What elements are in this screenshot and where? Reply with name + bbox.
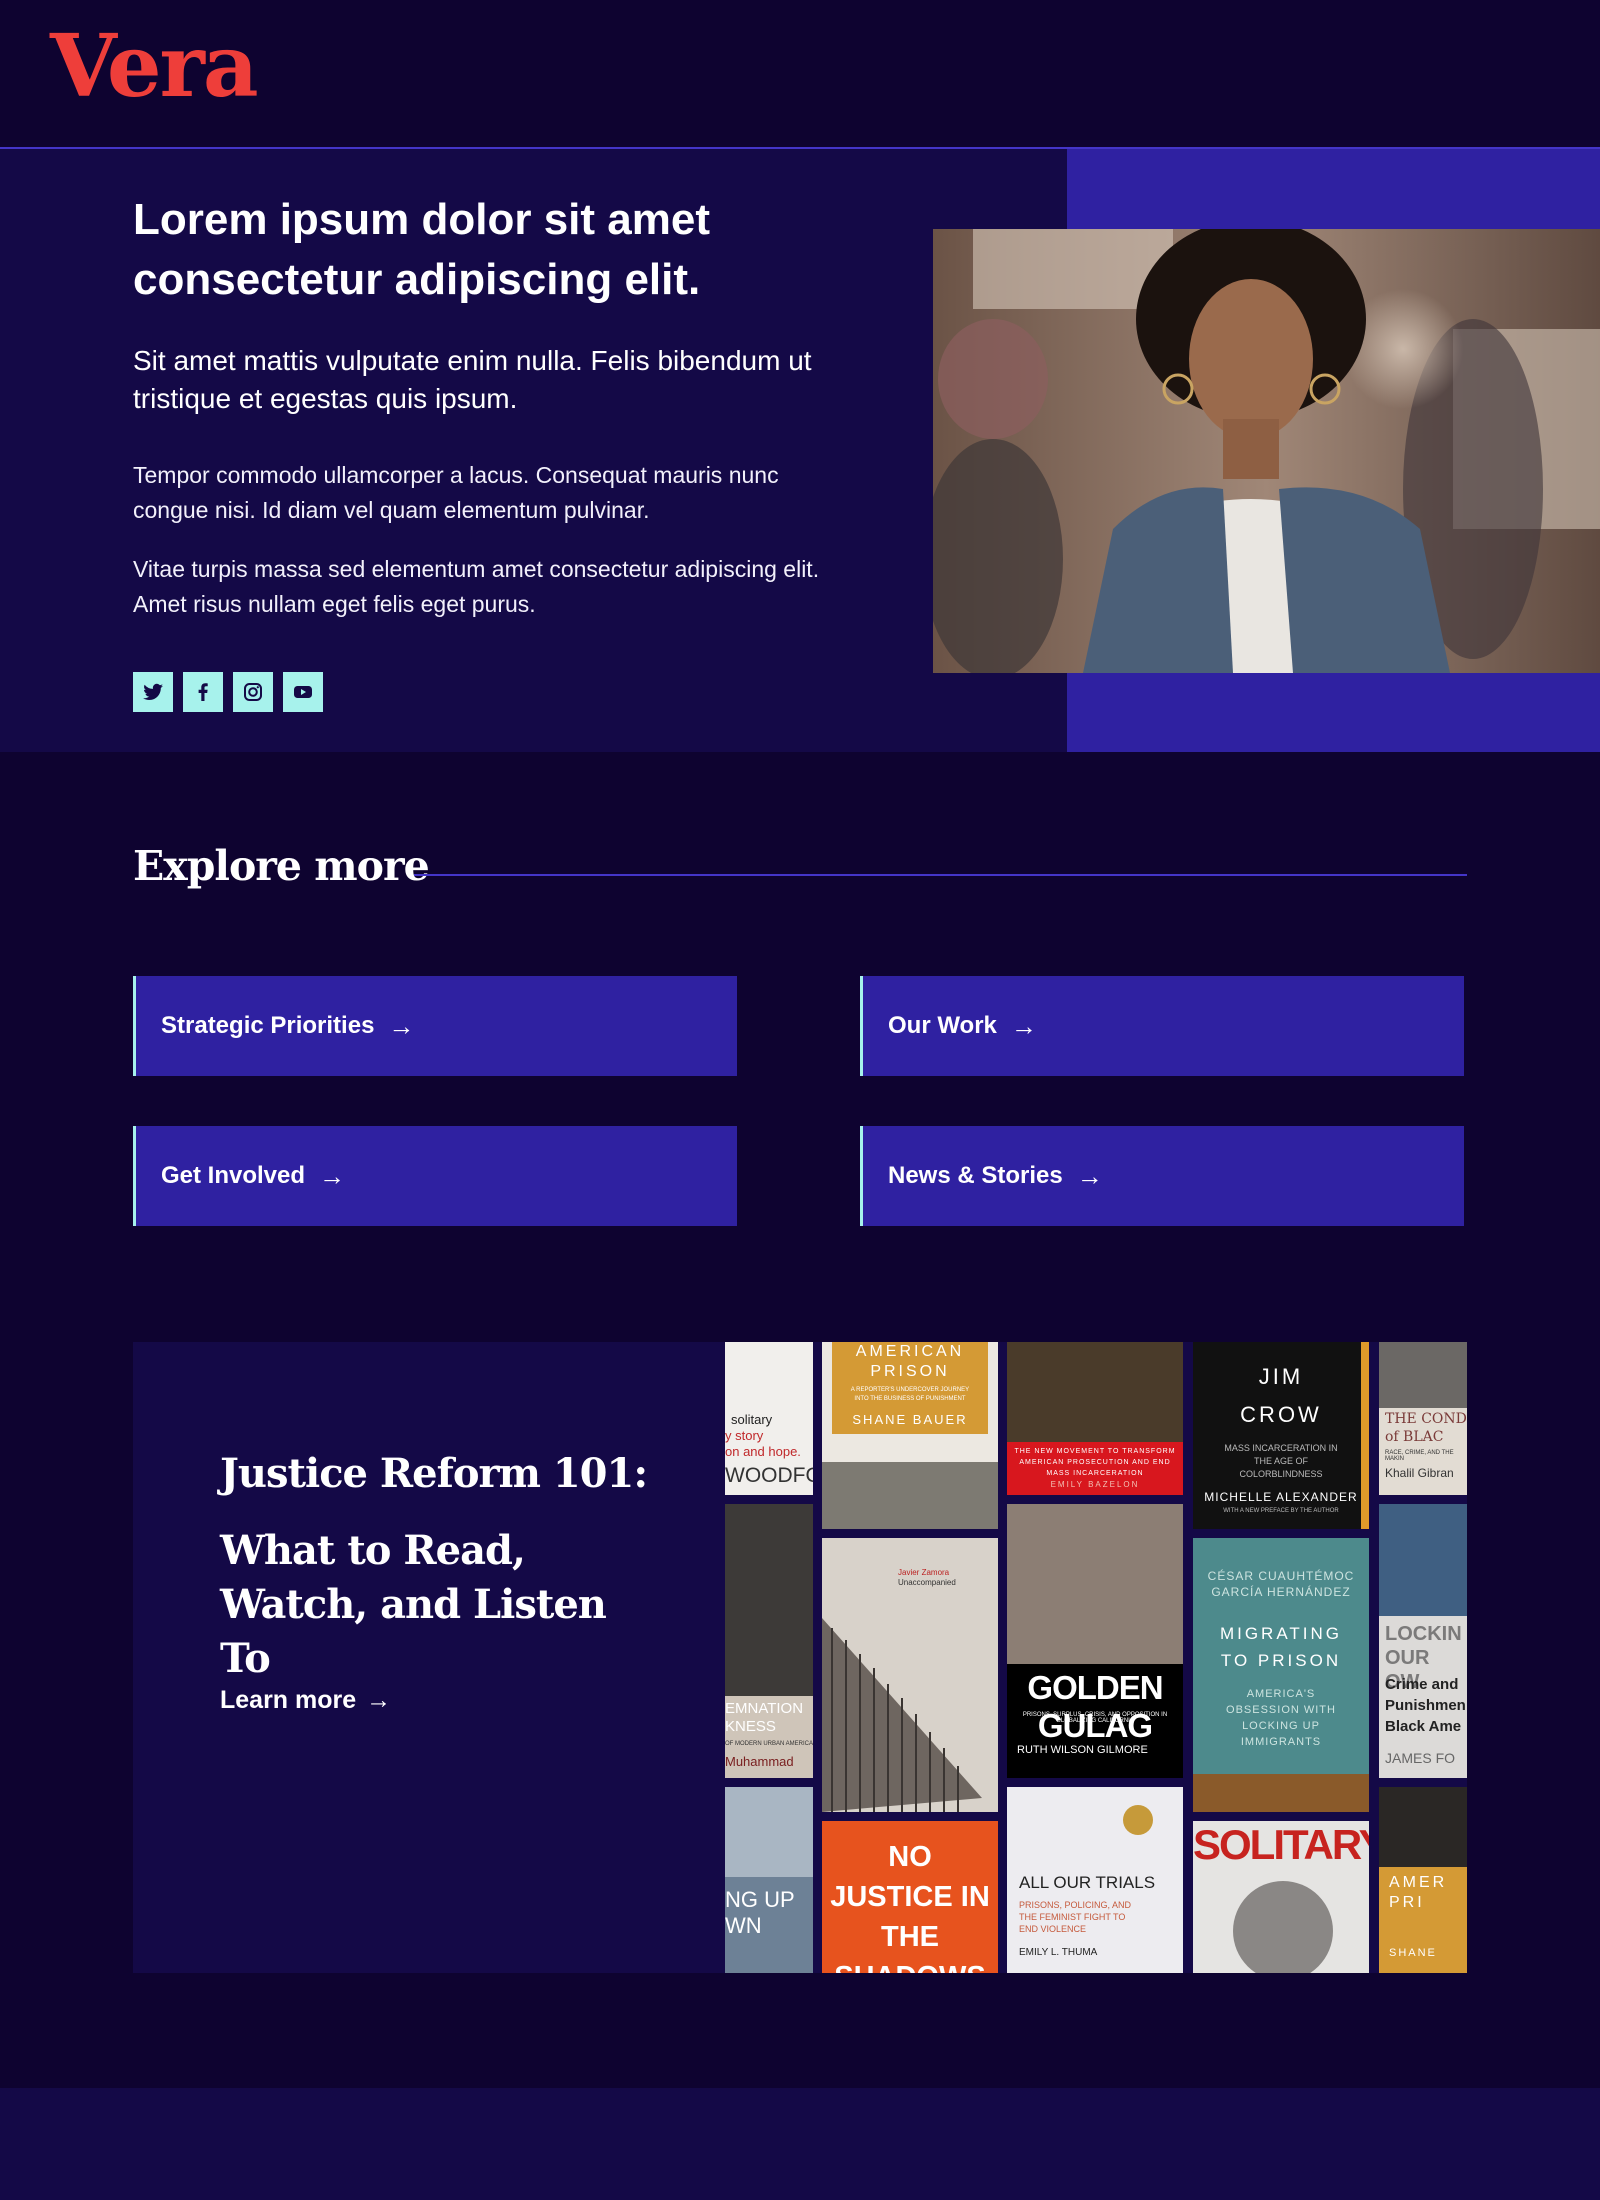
site-header: Vera xyxy=(0,0,1600,149)
book-author: SHANE xyxy=(1389,1947,1437,1959)
feature-title-line-1: Justice Reform 101: xyxy=(220,1450,648,1497)
book-title: solitary xyxy=(731,1412,773,1427)
site-footer xyxy=(0,2088,1600,2200)
book-author: WOODFOX xyxy=(725,1464,813,1487)
book-author: RUTH WILSON GILMORE xyxy=(1017,1744,1148,1756)
book-subtitle: AMERICA'S OBSESSION WITH LOCKING UP IMMI… xyxy=(1226,1688,1336,1748)
youtube-icon[interactable] xyxy=(283,672,323,712)
book-cover-locking-up-our-own[interactable]: LOCKIN OUR OW Crime and Punishmen Black … xyxy=(1379,1504,1467,1778)
tile-label: Our Work xyxy=(888,1012,997,1039)
book-subtitle: OF MODERN URBAN AMERICA xyxy=(725,1741,813,1747)
book-title: MIGRATING TO PRISON xyxy=(1219,1624,1343,1670)
book-cover-all-our-trials[interactable]: ALL OUR TRIALS PRISONS, POLICING, AND TH… xyxy=(1007,1787,1183,1973)
social-links xyxy=(133,672,323,712)
book-title: THE NEW MOVEMENT TO TRANSFORM AMERICAN P… xyxy=(1014,1448,1176,1477)
book-title: CROW xyxy=(1240,1402,1322,1427)
book-title: EMNATION KNESS xyxy=(725,1700,804,1735)
book-title: ALL OUR TRIALS xyxy=(1019,1873,1156,1892)
book-title: NG UP WN xyxy=(725,1887,795,1938)
book-title: Unaccompanied xyxy=(898,1578,956,1587)
book-cover-solitary[interactable]: SOLITARY xyxy=(1193,1821,1369,1973)
our-work-link[interactable]: Our Work → xyxy=(860,976,1464,1076)
arrow-right-icon: → xyxy=(1076,1160,1103,1191)
learn-more-label: Learn more xyxy=(220,1686,357,1714)
book-subtitle: PRISONS, SURPLUS, CRISIS, AND OPPOSITION… xyxy=(1022,1712,1168,1724)
book-title: NO JUSTICE IN THE SHADOWS xyxy=(830,1841,990,1973)
book-author: Javier Zamora xyxy=(898,1568,950,1577)
book-cover-locking-up[interactable]: NG UP WN xyxy=(725,1787,813,1973)
book-author: MICHELLE ALEXANDER xyxy=(1204,1490,1358,1504)
get-involved-link[interactable]: Get Involved → xyxy=(133,1126,737,1226)
book-author: JAMES FO xyxy=(1385,1750,1456,1766)
book-cover-no-justice[interactable]: NO JUSTICE IN THE SHADOWS xyxy=(822,1821,998,1973)
book-cover-american-prison[interactable]: AMERICAN PRISON A REPORTER'S UNDERCOVER … xyxy=(822,1342,998,1529)
book-title: JIM xyxy=(1258,1364,1304,1389)
learn-more-link[interactable]: Learn more → xyxy=(220,1686,391,1715)
news-stories-link[interactable]: News & Stories → xyxy=(860,1126,1464,1226)
book-cover-golden-gulag[interactable]: GOLDEN GULAG PRISONS, SURPLUS, CRISIS, A… xyxy=(1007,1504,1183,1778)
book-author: Muhammad xyxy=(725,1754,794,1769)
book-cover-charged[interactable]: THE NEW MOVEMENT TO TRANSFORM AMERICAN P… xyxy=(1007,1342,1183,1495)
hero-paragraph-1: Tempor commodo ullamcorper a lacus. Cons… xyxy=(133,462,779,523)
instagram-icon[interactable] xyxy=(233,672,273,712)
hero-paragraph-2: Vitae turpis massa sed elementum amet co… xyxy=(133,556,820,617)
book-cover-migrating-to-prison[interactable]: CÉSAR CUAUHTÉMOC GARCÍA HERNÁNDEZ MIGRAT… xyxy=(1193,1538,1369,1812)
book-author: SHANE BAUER xyxy=(852,1412,968,1427)
book-title: GOLDEN GULAG xyxy=(1027,1669,1163,1744)
portrait-illustration xyxy=(933,229,1600,673)
book-line: on and hope. xyxy=(725,1444,801,1459)
book-cover-unaccompanied[interactable]: Javier Zamora Unaccompanied xyxy=(822,1538,998,1812)
book-subtitle: A REPORTER'S UNDERCOVER JOURNEY INTO THE… xyxy=(850,1387,970,1402)
explore-more-heading: Explore more xyxy=(133,842,430,890)
explore-divider xyxy=(414,874,1467,876)
twitter-icon[interactable] xyxy=(133,672,173,712)
strategic-priorities-link[interactable]: Strategic Priorities → xyxy=(133,976,737,1076)
feature-title-line-2: What to Read, Watch, and Listen To xyxy=(220,1527,607,1682)
book-author: Khalil Gibran xyxy=(1385,1466,1454,1480)
vera-logo[interactable]: Vera xyxy=(50,24,259,110)
hero-lead: Sit amet mattis vulputate enim nulla. Fe… xyxy=(133,345,812,414)
book-line: y story xyxy=(725,1428,764,1443)
justice-reform-feature: Justice Reform 101: What to Read, Watch,… xyxy=(133,1342,1467,1973)
book-cover-new-jim-crow[interactable]: JIM CROW MASS INCARCERATION IN THE AGE O… xyxy=(1193,1342,1369,1529)
book-cover-solitary-woodfox[interactable]: solitary y story on and hope. WOODFOX xyxy=(725,1342,813,1495)
hero-title: Lorem ipsum dolor sit amet consectetur a… xyxy=(133,195,710,304)
book-cover-american-prison-2[interactable]: AMER PRI SHANE xyxy=(1379,1787,1467,1973)
arrow-right-icon: → xyxy=(366,1686,392,1714)
book-subtitle: MASS INCARCERATION IN THE AGE OF COLORBL… xyxy=(1224,1443,1338,1479)
facebook-icon[interactable] xyxy=(183,672,223,712)
arrow-right-icon: → xyxy=(388,1010,415,1041)
border-wall-image xyxy=(822,1618,982,1812)
book-title: THE COND of BLAC xyxy=(1385,1411,1467,1445)
tile-label: News & Stories xyxy=(888,1162,1063,1189)
arrow-right-icon: → xyxy=(1010,1010,1037,1041)
hero-portrait-image xyxy=(933,229,1600,673)
book-subtitle: PRISONS, POLICING, AND THE FEMINIST FIGH… xyxy=(1019,1900,1132,1934)
book-cover-condemnation-blackness[interactable]: EMNATION KNESS OF MODERN URBAN AMERICA M… xyxy=(725,1504,813,1778)
book-author: EMILY L. THUMA xyxy=(1019,1947,1098,1958)
book-subtitle: Crime and Punishmen Black Ame xyxy=(1385,1676,1466,1735)
book-note: WITH A NEW PREFACE BY THE AUTHOR xyxy=(1223,1508,1339,1514)
book-author: EMILY BAZELON xyxy=(1050,1480,1140,1489)
book-title: SOLITARY xyxy=(1193,1821,1369,1868)
arrow-right-icon: → xyxy=(319,1160,346,1191)
book-title: AMERICAN PRISON xyxy=(855,1343,965,1380)
tile-label: Get Involved xyxy=(161,1162,306,1189)
book-author: CÉSAR CUAUHTÉMOC GARCÍA HERNÁNDEZ xyxy=(1207,1569,1355,1599)
book-cover-condemnation[interactable]: THE COND of BLAC RACE, CRIME, AND THE MA… xyxy=(1379,1342,1467,1495)
book-subtitle: RACE, CRIME, AND THE MAKIN xyxy=(1385,1450,1454,1462)
tile-label: Strategic Priorities xyxy=(161,1012,375,1039)
book-title: AMER PRI xyxy=(1389,1874,1448,1911)
